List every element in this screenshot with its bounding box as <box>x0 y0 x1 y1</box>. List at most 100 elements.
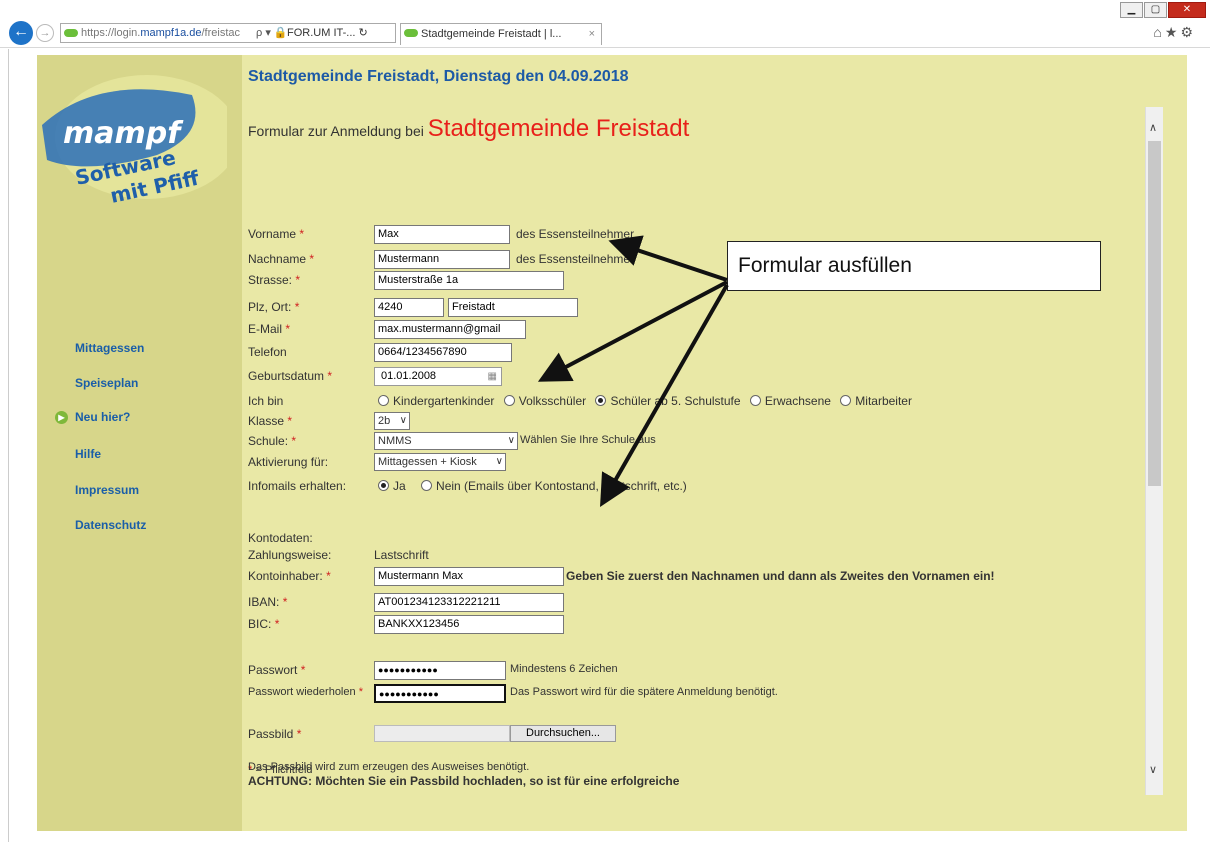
row-schule: Schule: * NMMS ∨ Wählen Sie Ihre Schule a… <box>248 432 1148 452</box>
tab-favicon-icon <box>404 29 418 37</box>
sidebar-item-impressum[interactable]: Impressum <box>75 483 139 497</box>
label-passbild: Passbild * <box>248 727 302 741</box>
label-aktivierung: Aktivierung für: <box>248 455 329 469</box>
schule-hint: Wählen Sie Ihre Schule aus <box>520 434 656 446</box>
zahlungsweise-value: Lastschrift <box>374 548 429 562</box>
label-infomails: Infomails erhalten: <box>248 479 347 493</box>
play-arrow-icon: ▶ <box>55 411 68 424</box>
back-button[interactable]: ← <box>9 21 33 45</box>
row-bic: BIC: * BANKXX123456 <box>248 615 1148 635</box>
passwort-input[interactable]: ●●●●●●●●●●● <box>374 661 506 680</box>
window-titlebar <box>0 0 1210 8</box>
minimize-button[interactable]: ▁ <box>1120 2 1143 18</box>
radio-infomails-nein[interactable]: Nein (Emails über Kontostand, Lastschrif… <box>421 479 687 493</box>
passbild-note-line2: ACHTUNG: Möchten Sie ein Passbild hochla… <box>248 774 680 788</box>
home-icon[interactable]: ⌂ <box>1153 24 1164 40</box>
passbild-note-line1: Das Passbild wird zum erzeugen des Auswe… <box>248 761 530 773</box>
klasse-select[interactable]: 2b ∨ <box>374 412 410 430</box>
bic-input[interactable]: BANKXX123456 <box>374 615 564 634</box>
vorname-hint: des Essensteilnehmer <box>516 227 635 241</box>
form-scroll-area: Formular zur Anmeldung bei Stadtgemeinde… <box>248 105 1176 795</box>
radio-schueler[interactable]: Schüler ab 5. Schulstufe <box>595 394 741 408</box>
window-controls: ▁ ▢ ✕ <box>1120 2 1206 18</box>
label-vorname: Vorname * <box>248 227 305 241</box>
label-plz-ort: Plz, Ort: * <box>248 300 300 314</box>
geburtsdatum-input[interactable]: 01.01.2008 ▦ <box>374 367 502 386</box>
email-input[interactable]: max.mustermann@gmail <box>374 320 526 339</box>
row-aktivierung: Aktivierung für: Mittagessen + Kiosk ∨ <box>248 453 1148 473</box>
sidebar-item-datenschutz[interactable]: Datenschutz <box>75 518 146 532</box>
label-geburtsdatum: Geburtsdatum * <box>248 369 333 383</box>
browser-icons: ⌂★⚙ <box>1153 24 1196 41</box>
row-klasse: Klasse * 2b ∨ <box>248 412 1148 432</box>
label-zahlungsweise: Zahlungsweise: <box>248 548 332 562</box>
row-telefon: Telefon 0664/1234567890 <box>248 343 1148 363</box>
site-favicon-icon <box>64 29 78 37</box>
active-tab-title: Stadtgemeinde Freistadt | l... <box>421 28 562 40</box>
row-email: E-Mail * max.mustermann@gmail <box>248 320 1148 340</box>
radio-infomails-ja[interactable]: Ja <box>378 479 406 493</box>
forward-button[interactable]: → <box>36 24 54 42</box>
pinned-tab[interactable]: FOR.UM IT-... ↻ <box>287 24 395 42</box>
radio-erwachsene[interactable]: Erwachsene <box>749 394 831 408</box>
ort-input[interactable]: Freistadt <box>448 298 578 317</box>
durchsuchen-button[interactable]: Durchsuchen... <box>510 725 616 742</box>
form-organization: Stadtgemeinde Freistadt <box>427 115 690 142</box>
browser-toolbar: ← → https://login.mampf1a.de/freistac ρ … <box>0 18 1210 48</box>
row-kontoinhaber: Kontoinhaber: * Mustermann Max Geben Sie… <box>248 567 1148 587</box>
label-kontoinhaber: Kontoinhaber: * <box>248 569 331 583</box>
label-strasse: Strasse: * <box>248 273 301 287</box>
maximize-button[interactable]: ▢ <box>1144 2 1167 18</box>
strasse-input[interactable]: Musterstraße 1a <box>374 271 564 290</box>
label-email: E-Mail * <box>248 322 291 336</box>
row-geburtsdatum: Geburtsdatum * 01.01.2008 ▦ <box>248 367 1148 387</box>
sidebar-item-hilfe[interactable]: Hilfe <box>75 447 101 461</box>
passbild-note: Das Passbild wird zum erzeugen des Auswe… <box>248 760 679 788</box>
schule-select[interactable]: NMMS ∨ <box>374 432 518 450</box>
chevron-down-icon: ∨ <box>507 435 515 446</box>
scrollbar-thumb[interactable] <box>1148 141 1161 486</box>
iban-input[interactable]: AT001234123312221211 <box>374 593 564 612</box>
row-infomails: Infomails erhalten: Ja Nein (Emails über… <box>248 477 1148 497</box>
sidebar-item-neu-hier[interactable]: ▶ Neu hier? <box>55 410 131 424</box>
passbild-file-field[interactable] <box>374 725 510 742</box>
vertical-scrollbar[interactable]: ∧ ∨ <box>1145 107 1163 795</box>
row-ich-bin: Ich bin Kindergartenkinder Volksschüler … <box>248 392 1148 412</box>
label-schule: Schule: * <box>248 434 297 448</box>
calendar-icon[interactable]: ▦ <box>488 368 497 385</box>
radio-kindergartenkinder[interactable]: Kindergartenkinder <box>378 394 494 408</box>
sidebar-item-mittagessen[interactable]: Mittagessen <box>75 341 144 355</box>
sidebar-item-speiseplan[interactable]: Speiseplan <box>75 376 138 390</box>
kontoinhaber-input[interactable]: Mustermann Max <box>374 567 564 586</box>
row-plz-ort: Plz, Ort: * 4240 Freistadt <box>248 298 1148 318</box>
row-passwort-wiederholen: Passwort wiederholen * ●●●●●●●●●●● Das P… <box>248 684 1148 704</box>
passwort-wiederholen-input[interactable]: ●●●●●●●●●●● <box>374 684 506 703</box>
infomails-radio-group: Ja Nein (Emails über Kontostand, Lastsch… <box>378 479 693 493</box>
favorites-star-icon[interactable]: ★ <box>1165 24 1181 40</box>
plz-input[interactable]: 4240 <box>374 298 444 317</box>
scroll-up-icon[interactable]: ∧ <box>1149 121 1157 134</box>
close-window-button[interactable]: ✕ <box>1168 2 1206 18</box>
nachname-hint: des Essensteilnehmer <box>516 252 635 266</box>
row-passbild: Passbild * Durchsuchen... <box>248 725 1148 745</box>
aktivierung-select[interactable]: Mittagessen + Kiosk ∨ <box>374 453 506 471</box>
kontoinhaber-hint: Geben Sie zuerst den Nachnamen und dann … <box>566 569 995 583</box>
scroll-down-icon[interactable]: ∨ <box>1149 763 1157 776</box>
search-lock-icons[interactable]: ρ ▾ 🔒 <box>256 24 288 42</box>
label-nachname: Nachname * <box>248 252 315 266</box>
chevron-down-icon: ∨ <box>399 415 407 426</box>
gear-icon[interactable]: ⚙ <box>1180 24 1196 40</box>
sidebar-item-label: Neu hier? <box>75 410 131 424</box>
radio-mitarbeiter[interactable]: Mitarbeiter <box>840 394 912 408</box>
address-bar[interactable]: https://login.mampf1a.de/freistac ρ ▾ 🔒 … <box>60 23 396 43</box>
nachname-input[interactable]: Mustermann <box>374 250 510 269</box>
row-passwort: Passwort * ●●●●●●●●●●● Mindestens 6 Zeic… <box>248 661 1148 681</box>
tab-close-icon[interactable]: × <box>589 24 595 44</box>
vorname-input[interactable]: Max <box>374 225 510 244</box>
sidebar: mampf Software mit Pfiff Mittagessen Spe… <box>37 55 242 831</box>
radio-volksschueler[interactable]: Volksschüler <box>503 394 586 408</box>
telefon-input[interactable]: 0664/1234567890 <box>374 343 512 362</box>
label-kontodaten: Kontodaten: <box>248 531 313 545</box>
label-ich-bin: Ich bin <box>248 394 284 408</box>
active-tab[interactable]: Stadtgemeinde Freistadt | l... × <box>400 23 602 45</box>
